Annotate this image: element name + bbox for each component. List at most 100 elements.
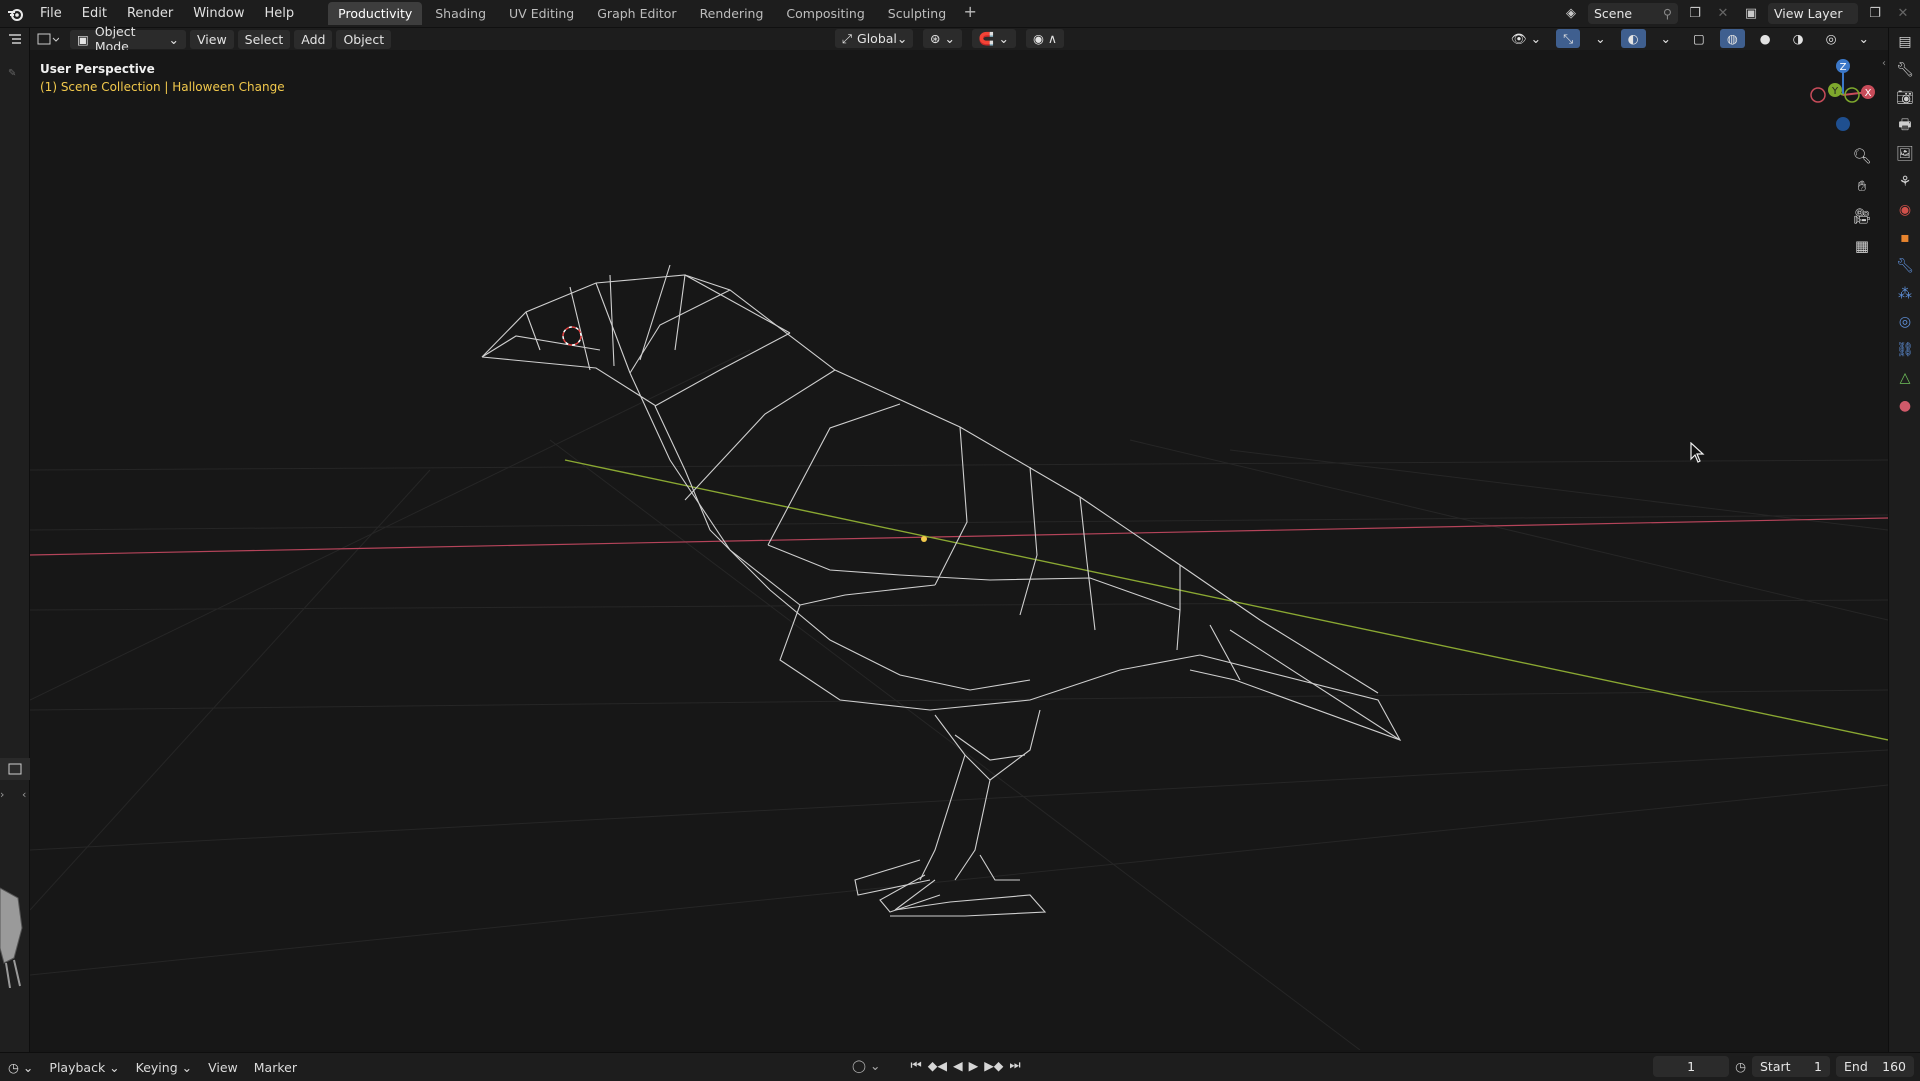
overlay-dropdown-icon[interactable]: ⌄	[1654, 29, 1678, 48]
menu-file[interactable]: File	[30, 6, 72, 21]
viewport-canvas[interactable]	[30, 50, 1888, 1050]
object-mode-dropdown[interactable]: ▣ Object Mode ⌄	[70, 24, 186, 54]
new-view-layer-icon[interactable]: ❐	[1864, 3, 1886, 24]
x-axis-label: X	[1865, 88, 1872, 99]
modifier-properties-icon[interactable]: 🔧︎	[1889, 252, 1920, 280]
object-menu[interactable]: Object	[336, 29, 392, 49]
y-axis-line	[564, 459, 1888, 741]
menu-edit[interactable]: Edit	[72, 6, 117, 21]
object-thumbnail-icon	[0, 887, 23, 988]
tab-graph-editor[interactable]: Graph Editor	[587, 2, 686, 25]
xray-toggle-icon[interactable]: ▢	[1686, 29, 1712, 48]
blender-logo-icon[interactable]	[0, 0, 30, 28]
physics-properties-icon[interactable]: ◎	[1889, 308, 1920, 336]
auto-keying-icon[interactable]: ◯ ⌄	[852, 1058, 880, 1073]
object-properties-icon[interactable]: ▪	[1889, 224, 1920, 252]
transform-tools: ⤢ Global ⌄ ⊛ ⌄ 🧲 ⌄ ◉ ∧	[835, 29, 1068, 48]
tab-sculpting[interactable]: Sculpting	[878, 2, 956, 25]
tab-shading[interactable]: Shading	[425, 2, 496, 25]
orientation-label: Global	[857, 31, 897, 46]
collapse-left-icon[interactable]: ‹	[22, 788, 26, 801]
expand-right-icon[interactable]: ›	[0, 788, 4, 801]
menu-render[interactable]: Render	[117, 6, 183, 21]
pin-icon[interactable]: ⚲	[1663, 6, 1672, 21]
sidebar-toggle-icon[interactable]: ‹	[1882, 58, 1886, 69]
view-layer-selector-icon[interactable]: ▣	[1740, 3, 1762, 24]
scene-selector-icon[interactable]: ◈	[1560, 3, 1582, 24]
render-properties-icon[interactable]: 📷︎	[1889, 84, 1920, 112]
proportional-editing-button[interactable]: ◉ ∧	[1025, 29, 1064, 48]
tab-productivity[interactable]: Productivity	[328, 2, 423, 25]
neg-x-handle[interactable]	[1810, 87, 1826, 103]
object-mode-icon: ▣	[77, 31, 89, 47]
playback-menu[interactable]: Playback ⌄	[41, 1060, 127, 1075]
visibility-icon[interactable]: 👁 ⌄	[1504, 29, 1548, 48]
view-layer-field[interactable]: View Layer	[1768, 3, 1858, 24]
prev-keyframe-icon[interactable]: ◆◀	[928, 1058, 947, 1073]
timeline-editor-type-button[interactable]: ◷ ⌄	[0, 1060, 41, 1075]
zoom-icon[interactable]: 🔍︎	[1848, 142, 1876, 170]
outliner-editor-icon[interactable]	[0, 28, 30, 50]
pan-hand-icon[interactable]: ✋︎	[1848, 172, 1876, 200]
wireframe-shading-icon[interactable]: ◍	[1719, 29, 1745, 48]
add-menu[interactable]: Add	[294, 29, 333, 49]
camera-view-icon[interactable]: 🎥︎	[1848, 202, 1876, 230]
jump-end-icon[interactable]: ⏭	[1009, 1057, 1020, 1073]
view-menu[interactable]: View	[200, 1060, 246, 1075]
menu-window[interactable]: Window	[183, 6, 254, 21]
play-reverse-icon[interactable]: ◀	[953, 1058, 963, 1073]
menu-help[interactable]: Help	[255, 6, 305, 21]
orientation-dropdown[interactable]: ⤢ Global ⌄	[835, 29, 913, 48]
tool-settings-icon[interactable]: 🔧︎	[1889, 56, 1920, 84]
tab-rendering[interactable]: Rendering	[690, 2, 774, 25]
solid-shading-icon[interactable]: ●	[1753, 29, 1778, 48]
tool-icon[interactable]: ✎	[8, 68, 16, 79]
tab-compositing[interactable]: Compositing	[776, 2, 874, 25]
scene-field[interactable]: Scene ⚲	[1588, 3, 1678, 24]
marker-menu[interactable]: Marker	[246, 1060, 305, 1075]
particles-properties-icon[interactable]: ⁂	[1889, 280, 1920, 308]
next-keyframe-icon[interactable]: ▶◆	[984, 1058, 1003, 1073]
tab-uv-editing[interactable]: UV Editing	[499, 2, 584, 25]
material-properties-icon[interactable]: ●	[1889, 392, 1920, 420]
x-axis-line	[30, 517, 1888, 556]
add-workspace-button[interactable]: +	[959, 2, 981, 25]
chevron-down-icon: ⌄	[22, 1059, 34, 1075]
pivot-point-button[interactable]: ⊛ ⌄	[923, 29, 962, 48]
keying-menu[interactable]: Keying ⌄	[128, 1060, 200, 1075]
delete-scene-icon[interactable]: ✕	[1712, 3, 1734, 24]
world-properties-icon[interactable]: ◉	[1889, 196, 1920, 224]
data-properties-icon[interactable]: △	[1889, 364, 1920, 392]
current-frame-field[interactable]: 1	[1653, 1056, 1730, 1077]
delete-view-layer-icon[interactable]: ✕	[1892, 3, 1914, 24]
preview-range-icon[interactable]: ◷	[1735, 1059, 1746, 1074]
view-layer-properties-icon[interactable]: 🖼︎	[1889, 140, 1920, 168]
select-menu[interactable]: Select	[237, 29, 291, 49]
viewport-header: ▣ Object Mode ⌄ View Select Add Object ⤢…	[30, 24, 1888, 54]
start-frame-field[interactable]: Start 1	[1752, 1056, 1830, 1077]
editor-type-icon[interactable]	[0, 758, 30, 780]
end-frame-field[interactable]: End 160	[1836, 1056, 1914, 1077]
gizmo-toggle-icon[interactable]: ⤡	[1556, 29, 1581, 48]
material-shading-icon[interactable]: ◑	[1786, 29, 1811, 48]
play-icon[interactable]: ▶	[969, 1058, 979, 1073]
new-scene-icon[interactable]: ❐	[1684, 3, 1706, 24]
3d-cursor-icon[interactable]	[562, 326, 582, 346]
overlay-toggle-icon[interactable]: ◐	[1620, 29, 1646, 48]
snap-toggle-button[interactable]: 🧲 ⌄	[971, 29, 1016, 48]
rendered-shading-icon[interactable]: ◎	[1819, 29, 1844, 48]
scene-properties-icon[interactable]: ⚘	[1889, 168, 1920, 196]
output-properties-icon[interactable]: 🖶	[1889, 112, 1920, 140]
constraints-properties-icon[interactable]: ⛓	[1889, 336, 1920, 364]
end-frame-value: 160	[1882, 1059, 1906, 1074]
view-menu[interactable]: View	[190, 29, 234, 49]
3d-viewport[interactable]: User Perspective (1) Scene Collection | …	[30, 50, 1888, 1050]
neg-z-handle[interactable]	[1836, 117, 1850, 131]
shading-dropdown-icon[interactable]: ⌄	[1852, 29, 1876, 48]
gizmo-dropdown-icon[interactable]: ⌄	[1588, 29, 1612, 48]
navigation-gizmo[interactable]: Z Y X	[1788, 50, 1888, 140]
properties-editor-icon[interactable]: ▤	[1889, 28, 1920, 56]
jump-start-icon[interactable]: ⏮	[910, 1057, 921, 1073]
editor-type-button[interactable]	[30, 30, 66, 49]
perspective-toggle-icon[interactable]: ▦	[1848, 232, 1876, 260]
